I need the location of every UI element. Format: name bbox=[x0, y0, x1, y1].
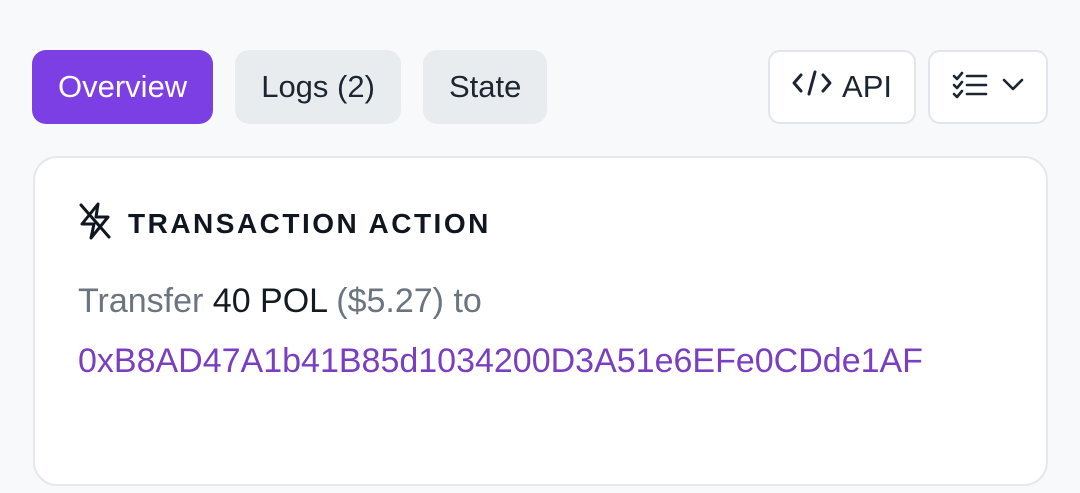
action-verb: Transfer bbox=[78, 282, 204, 320]
usd-value: ($5.27) bbox=[336, 282, 445, 320]
action-connector: to bbox=[453, 282, 482, 320]
card-header: TRANSACTION ACTION bbox=[78, 202, 491, 245]
tab-overview[interactable]: Overview bbox=[32, 50, 214, 124]
tab-logs[interactable]: Logs (2) bbox=[235, 50, 401, 124]
tab-state[interactable]: State bbox=[422, 50, 548, 124]
api-button[interactable]: API bbox=[768, 50, 916, 124]
card-title: TRANSACTION ACTION bbox=[128, 207, 491, 239]
tab-bar: Overview Logs (2) State bbox=[32, 50, 548, 124]
transfer-amount: 40 POL bbox=[212, 282, 327, 320]
view-options-button[interactable] bbox=[928, 50, 1048, 124]
action-summary: Transfer 40 POL ($5.27) to bbox=[78, 274, 482, 328]
transaction-action-card: TRANSACTION ACTION Transfer 40 POL ($5.2… bbox=[33, 156, 1048, 486]
lightning-bolt-icon bbox=[78, 202, 112, 245]
chevron-down-icon bbox=[1002, 78, 1024, 97]
checklist-icon bbox=[952, 70, 988, 105]
api-button-label: API bbox=[842, 69, 892, 104]
toolbar: API bbox=[768, 50, 1048, 124]
code-icon bbox=[792, 68, 832, 106]
recipient-address-link[interactable]: 0xB8AD47A1b41B85d1034200D3A51e6EFe0CDde1… bbox=[78, 332, 998, 390]
